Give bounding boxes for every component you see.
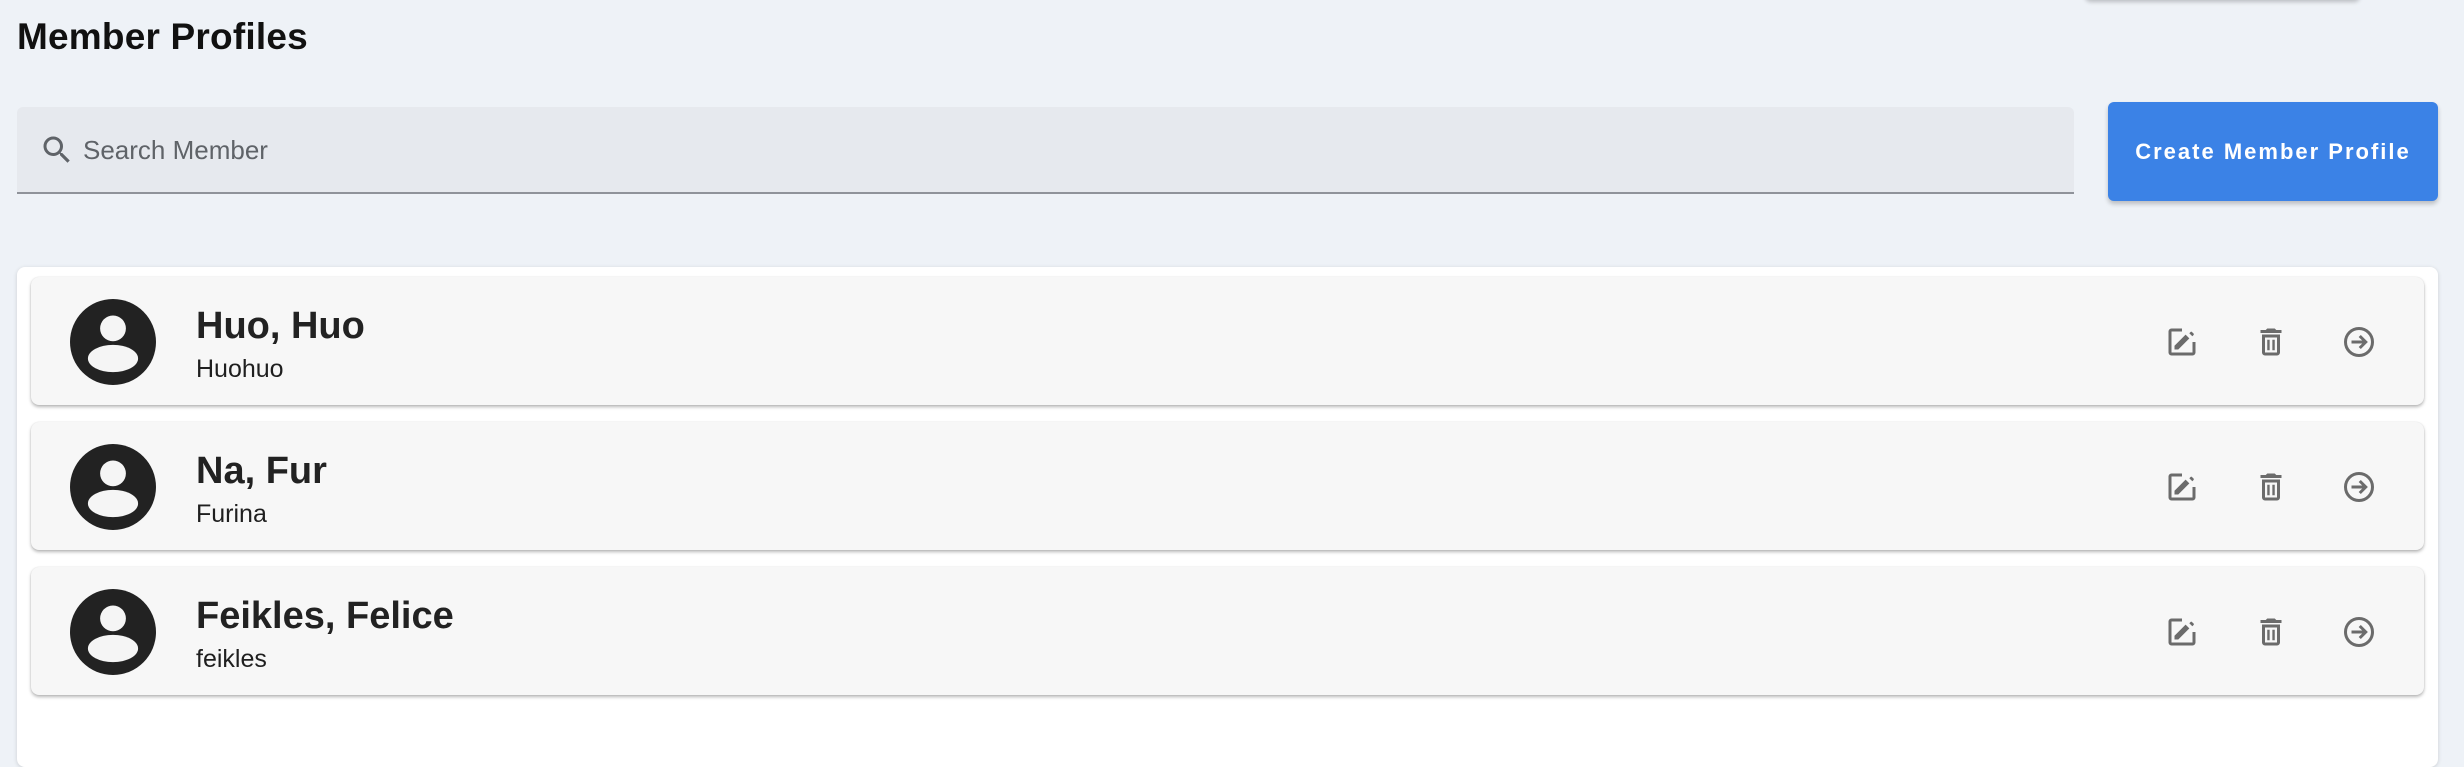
delete-member-button[interactable] bbox=[2245, 316, 2297, 368]
arrow-circle-right-icon bbox=[2344, 472, 2374, 502]
member-name: Feikles, Felice bbox=[196, 595, 454, 637]
edit-icon bbox=[2168, 618, 2196, 646]
member-card: Na, Fur Furina bbox=[31, 422, 2424, 550]
search-box[interactable] bbox=[17, 107, 2074, 194]
create-member-profile-button[interactable]: Create Member Profile bbox=[2108, 102, 2438, 201]
member-card: Huo, Huo Huohuo bbox=[31, 277, 2424, 405]
member-username: feikles bbox=[196, 645, 267, 673]
account-circle-icon bbox=[70, 589, 156, 675]
account-circle-icon bbox=[70, 444, 156, 530]
open-member-button[interactable] bbox=[2333, 606, 2385, 658]
edit-member-button[interactable] bbox=[2156, 461, 2208, 513]
delete-member-button[interactable] bbox=[2245, 606, 2297, 658]
arrow-circle-right-icon bbox=[2344, 327, 2374, 357]
search-input[interactable] bbox=[83, 125, 2043, 175]
arrow-circle-right-icon bbox=[2344, 617, 2374, 647]
edit-member-button[interactable] bbox=[2156, 606, 2208, 658]
trash-icon bbox=[2260, 618, 2282, 646]
page-title: Member Profiles bbox=[17, 16, 308, 57]
edit-icon bbox=[2168, 473, 2196, 501]
edit-member-button[interactable] bbox=[2156, 316, 2208, 368]
member-username: Furina bbox=[196, 500, 267, 528]
member-username: Huohuo bbox=[196, 355, 284, 383]
delete-member-button[interactable] bbox=[2245, 461, 2297, 513]
member-card: Feikles, Felice feikles bbox=[31, 567, 2424, 695]
open-member-button[interactable] bbox=[2333, 461, 2385, 513]
trash-icon bbox=[2260, 473, 2282, 501]
trash-icon bbox=[2260, 328, 2282, 356]
member-name: Huo, Huo bbox=[196, 305, 365, 347]
account-circle-icon bbox=[70, 299, 156, 385]
member-list: Huo, Huo Huohuo Na, Fur Furina Feikles, … bbox=[17, 267, 2438, 767]
member-name: Na, Fur bbox=[196, 450, 327, 492]
open-member-button[interactable] bbox=[2333, 316, 2385, 368]
edit-icon bbox=[2168, 328, 2196, 356]
search-icon bbox=[43, 136, 70, 163]
